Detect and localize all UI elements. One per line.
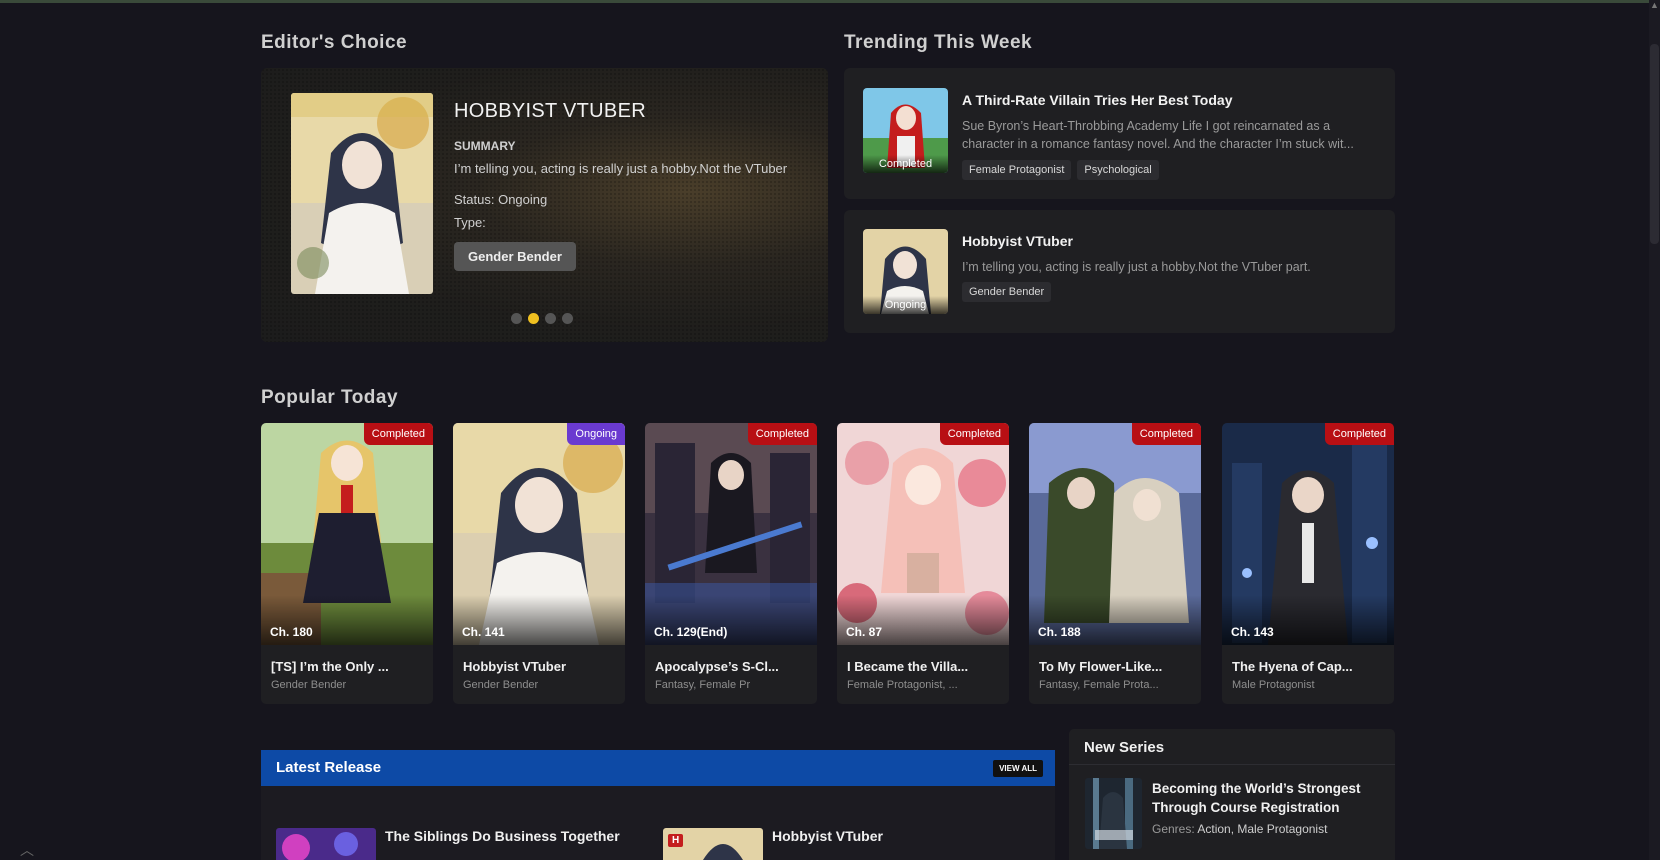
editors-choice-slider[interactable]: HOBBYIST VTUBER SUMMARY I’m telling you,… [261, 68, 828, 342]
slider-dot[interactable] [562, 313, 573, 324]
popular-genres: Fantasy, Female Pr [655, 679, 751, 691]
trending-thumbnail[interactable]: Ongoing [863, 229, 948, 314]
page-scrollbar[interactable]: ▲ [1649, 0, 1660, 860]
scroll-up-icon[interactable]: ▲ [1649, 0, 1660, 12]
new-series-heading: New Series [1084, 739, 1165, 756]
popular-genres: Male Protagonist [1232, 679, 1315, 691]
latest-release-header: Latest Release VIEW ALL [261, 750, 1055, 786]
new-series-genres: Genres: Action, Male Protagonist [1152, 822, 1327, 836]
chapter-label[interactable]: Ch. 188 [1038, 625, 1081, 639]
status-badge: Completed [1324, 423, 1394, 445]
view-all-button[interactable]: VIEW ALL [993, 760, 1043, 777]
trending-item[interactable]: Completed A Third-Rate Villain Tries Her… [844, 68, 1395, 199]
back-to-top-icon[interactable]: ︿ [20, 840, 34, 860]
popular-genres: Gender Bender [463, 679, 539, 691]
latest-item-badge: H [668, 834, 684, 847]
trending-item[interactable]: Ongoing Hobbyist VTuber I’m telling you,… [844, 210, 1395, 333]
popular-cover[interactable]: Completed Ch. 188 [1029, 423, 1201, 645]
editors-choice-info: HOBBYIST VTUBER SUMMARY I’m telling you,… [454, 100, 814, 271]
trending-tags: Female Protagonist Psychological [962, 160, 1159, 180]
editors-choice-genre-button[interactable]: Gender Bender [454, 242, 576, 271]
popular-card[interactable]: Completed Ch. 143 The Hyena of Cap... Ma… [1222, 423, 1394, 704]
editors-choice-title[interactable]: HOBBYIST VTUBER [454, 100, 814, 123]
popular-cover[interactable]: Ongoing Ch. 141 [453, 423, 625, 645]
status-badge: Completed [363, 423, 433, 445]
popular-card[interactable]: Completed Ch. 188 To My Flower-Like... F… [1029, 423, 1201, 704]
editors-choice-status: Status: Ongoing [454, 192, 548, 207]
latest-item-thumbnail[interactable]: H [663, 828, 763, 860]
genre-tag[interactable]: Gender Bender [962, 282, 1052, 302]
editors-choice-summary: I’m telling you, acting is really just a… [454, 161, 788, 176]
divider [1069, 764, 1395, 765]
trending-description: I’m telling you, acting is really just a… [962, 260, 1311, 274]
trending-description: Sue Byron’s Heart-Throbbing Academy Life… [962, 119, 1354, 151]
editors-choice-type: Type: [454, 215, 486, 230]
popular-title[interactable]: The Hyena of Cap... [1232, 659, 1387, 674]
editors-choice-cover[interactable] [291, 93, 433, 294]
slider-dots [511, 313, 573, 324]
summary-label: SUMMARY [454, 139, 516, 153]
latest-item-thumbnail[interactable] [276, 828, 376, 860]
trending-heading: Trending This Week [844, 32, 1033, 53]
popular-genres: Female Protagonist, ... [847, 679, 958, 691]
chapter-label[interactable]: Ch. 180 [270, 625, 313, 639]
status-badge: Completed [747, 423, 817, 445]
chapter-label[interactable]: Ch. 87 [846, 625, 882, 639]
trending-title[interactable]: Hobbyist VTuber [962, 233, 1073, 249]
status-badge: Completed [939, 423, 1009, 445]
popular-cover[interactable]: Completed Ch. 129(End) [645, 423, 817, 645]
popular-cover[interactable]: Completed Ch. 143 [1222, 423, 1394, 645]
popular-genres: Gender Bender [271, 679, 347, 691]
slider-dot-active[interactable] [528, 313, 539, 324]
status-badge: Completed [1131, 423, 1201, 445]
popular-heading: Popular Today [261, 387, 399, 408]
genre-tag[interactable]: Psychological [1077, 160, 1159, 180]
editors-choice-heading: Editor's Choice [261, 32, 408, 53]
trending-status: Completed [863, 155, 948, 173]
top-border [0, 0, 1660, 3]
popular-cover[interactable]: Completed Ch. 180 [261, 423, 433, 645]
slider-dot[interactable] [545, 313, 556, 324]
trending-thumbnail[interactable]: Completed [863, 88, 948, 173]
genre-tag[interactable]: Female Protagonist [962, 160, 1072, 180]
trending-status: Ongoing [863, 296, 948, 314]
new-series-thumbnail[interactable] [1085, 778, 1142, 849]
popular-title[interactable]: [TS] I’m the Only ... [271, 659, 426, 674]
popular-genres: Fantasy, Female Prota... [1039, 679, 1159, 691]
chapter-label[interactable]: Ch. 129(End) [654, 625, 727, 639]
latest-item-title[interactable]: Hobbyist VTuber [772, 828, 883, 844]
latest-release-section: Latest Release VIEW ALL The Siblings Do … [261, 750, 1055, 860]
new-series-section: New Series Becoming the World’s Stronges… [1069, 729, 1395, 860]
popular-card[interactable]: Completed Ch. 180 [TS] I’m the Only ... … [261, 423, 433, 704]
popular-title[interactable]: I Became the Villa... [847, 659, 1002, 674]
trending-title[interactable]: A Third-Rate Villain Tries Her Best Toda… [962, 92, 1232, 108]
genres-label: Genres: [1152, 822, 1195, 836]
popular-title[interactable]: Apocalypse’s S-Cl... [655, 659, 810, 674]
chapter-label[interactable]: Ch. 143 [1231, 625, 1274, 639]
latest-release-heading: Latest Release [276, 759, 382, 776]
popular-card[interactable]: Completed Ch. 87 I Became the Villa... F… [837, 423, 1009, 704]
new-series-title[interactable]: Becoming the World’s Strongest Through C… [1152, 779, 1382, 817]
popular-card[interactable]: Ongoing Ch. 141 Hobbyist VTuber Gender B… [453, 423, 625, 704]
genres-value[interactable]: Action, Male Protagonist [1197, 822, 1327, 836]
scrollbar-thumb[interactable] [1650, 44, 1659, 244]
status-badge: Ongoing [567, 423, 625, 445]
popular-title[interactable]: To My Flower-Like... [1039, 659, 1194, 674]
slider-dot[interactable] [511, 313, 522, 324]
trending-tags: Gender Bender [962, 282, 1052, 302]
popular-card[interactable]: Completed Ch. 129(End) Apocalypse’s S-Cl… [645, 423, 817, 704]
popular-cover[interactable]: Completed Ch. 87 [837, 423, 1009, 645]
chapter-label[interactable]: Ch. 141 [462, 625, 505, 639]
popular-title[interactable]: Hobbyist VTuber [463, 659, 618, 674]
latest-item-title[interactable]: The Siblings Do Business Together [385, 828, 620, 844]
